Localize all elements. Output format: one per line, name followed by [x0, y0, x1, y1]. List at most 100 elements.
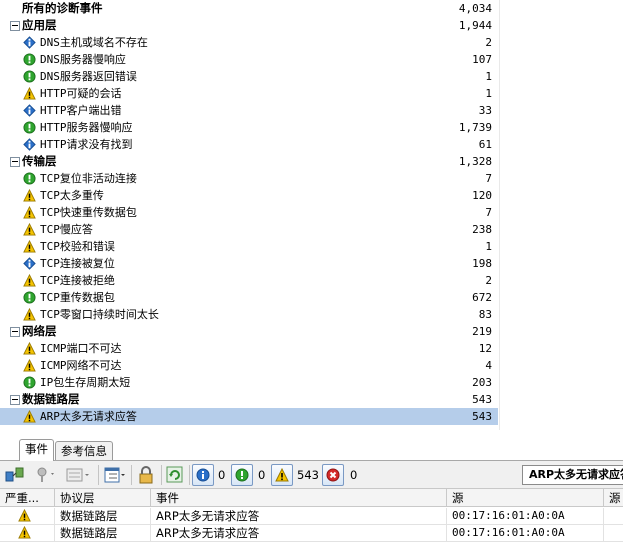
- tree-item[interactable]: ICMP网络不可达 4: [0, 357, 498, 374]
- network-map-icon[interactable]: [5, 466, 25, 484]
- tree-item[interactable]: TCP零窗口持续时间太长 83: [0, 306, 498, 323]
- column-header-severity[interactable]: 严重...: [0, 489, 55, 507]
- tree-group[interactable]: 应用层 1,944: [0, 17, 498, 34]
- tree-item-count: 1: [485, 87, 492, 100]
- tree-item[interactable]: TCP校验和错误 1: [0, 238, 498, 255]
- info-filter-button[interactable]: [192, 464, 214, 486]
- warning-icon: [23, 206, 36, 219]
- table-row[interactable]: 数据链路层 ARP太多无请求应答 00:17:16:01:A0:0A: [0, 508, 623, 525]
- tree-item-label: HTTP服务器慢响应: [40, 121, 133, 134]
- tree-item[interactable]: DNS主机或域名不存在 2: [0, 34, 498, 51]
- warning-filter-button[interactable]: [271, 464, 293, 486]
- error-icon: [326, 468, 340, 482]
- tree-item-label: DNS服务器慢响应: [40, 53, 126, 66]
- view-dropdown-icon[interactable]: [66, 466, 92, 484]
- table-row[interactable]: 数据链路层 ARP太多无请求应答 00:17:16:01:A0:0A: [0, 525, 623, 542]
- refresh-icon[interactable]: [166, 466, 184, 484]
- tree-item[interactable]: HTTP服务器慢响应 1,739: [0, 119, 498, 136]
- tree-item[interactable]: HTTP可疑的会话 1: [0, 85, 498, 102]
- tree-item-label: TCP重传数据包: [40, 291, 115, 304]
- column-header-source-2[interactable]: 源: [604, 489, 623, 507]
- tree-item-count: 120: [472, 189, 492, 202]
- collapse-toggle-icon[interactable]: [10, 157, 20, 167]
- tree-group[interactable]: 网络层 219: [0, 323, 498, 340]
- tree-root[interactable]: 所有的诊断事件 4,034: [0, 0, 498, 17]
- collapse-toggle-icon[interactable]: [10, 21, 20, 31]
- tree-item[interactable]: DNS服务器慢响应 107: [0, 51, 498, 68]
- tree-item-label: ARP太多无请求应答: [40, 410, 137, 423]
- tree-item-label: TCP零窗口持续时间太长: [40, 308, 159, 321]
- warning-icon: [23, 359, 36, 372]
- tree-item[interactable]: DNS服务器返回错误 1: [0, 68, 498, 85]
- tree-item[interactable]: IP包生存周期太短 203: [0, 374, 498, 391]
- toolbar-separator: [161, 465, 162, 485]
- tree-item[interactable]: HTTP请求没有找到 61: [0, 136, 498, 153]
- tree-item[interactable]: TCP重传数据包 672: [0, 289, 498, 306]
- lock-settings-icon[interactable]: [137, 466, 157, 484]
- column-header-source[interactable]: 源: [447, 489, 604, 507]
- warning-icon: [23, 308, 36, 321]
- tree-item[interactable]: TCP慢应答 238: [0, 221, 498, 238]
- collapse-toggle-icon[interactable]: [10, 327, 20, 337]
- tree-group[interactable]: 数据链路层 543: [0, 391, 498, 408]
- tab-reference-info[interactable]: 参考信息: [55, 441, 113, 460]
- event-table: 严重... 协议层 事件 源 源 数据链路层 ARP太多无请求应答 00:17:16…: [0, 489, 623, 544]
- tree-item-count: 7: [485, 172, 492, 185]
- column-header-layer[interactable]: 协议层: [55, 489, 151, 507]
- tree-item-count: 2: [485, 274, 492, 287]
- tree-group-count: 1,944: [458, 19, 492, 32]
- tree-group-label: 应用层: [22, 18, 57, 32]
- tree-group[interactable]: 传输层 1,328: [0, 153, 498, 170]
- tree-item[interactable]: TCP复位非活动连接 7: [0, 170, 498, 187]
- tree-item[interactable]: TCP快速重传数据包 7: [0, 204, 498, 221]
- warning-count: 543: [297, 468, 319, 482]
- error-count: 0: [350, 468, 358, 482]
- tree-item-label: TCP复位非活动连接: [40, 172, 137, 185]
- tree-group-label: 数据链路层: [22, 392, 80, 406]
- diagnosis-tree[interactable]: 所有的诊断事件 4,034 应用层 1,944 DNS主机或域名不存在 2 DNS服务器慢响…: [0, 0, 500, 430]
- tree-item-count: 7: [485, 206, 492, 219]
- tree-item[interactable]: HTTP客户端出错 33: [0, 102, 498, 119]
- error-filter-button[interactable]: [322, 464, 344, 486]
- tree-item[interactable]: TCP连接被拒绝 2: [0, 272, 498, 289]
- warning-icon: [18, 526, 31, 539]
- severity-cell: [0, 525, 55, 541]
- tree-item-count: 2: [485, 36, 492, 49]
- severity-cell: [0, 508, 55, 524]
- ok-filter-button[interactable]: [231, 464, 253, 486]
- tree-item-label: TCP校验和错误: [40, 240, 115, 253]
- tree-divider: [499, 0, 500, 430]
- tree-item[interactable]: ARP太多无请求应答 543: [0, 408, 498, 425]
- tree-item-count: 61: [478, 138, 492, 151]
- toolbar-separator: [98, 465, 99, 485]
- source-cell: 00:17:16:01:A0:0A: [447, 525, 604, 541]
- collapse-toggle-icon[interactable]: [10, 395, 20, 405]
- info-icon: [196, 468, 210, 482]
- tab-events[interactable]: 事件: [19, 439, 54, 461]
- ok-icon: [23, 70, 36, 83]
- tree-item[interactable]: TCP连接被复位 198: [0, 255, 498, 272]
- tree-group-label: 传输层: [22, 154, 57, 168]
- info-icon: [23, 257, 36, 270]
- tree-item[interactable]: ICMP端口不可达 12: [0, 340, 498, 357]
- ok-icon: [23, 376, 36, 389]
- info-icon: [23, 138, 36, 151]
- event-cell: ARP太多无请求应答: [151, 525, 447, 541]
- tree-item-count: 83: [478, 308, 492, 321]
- selected-event-field[interactable]: ARP太多无请求应答: [522, 465, 623, 485]
- tree-item-count: 238: [472, 223, 492, 236]
- tree-item[interactable]: TCP太多重传 120: [0, 187, 498, 204]
- tree-group-label: 网络层: [22, 324, 57, 338]
- warning-icon: [275, 468, 289, 482]
- tree-item-count: 107: [472, 53, 492, 66]
- tree-item-label: HTTP请求没有找到: [40, 138, 133, 151]
- column-header-event[interactable]: 事件: [151, 489, 447, 507]
- warning-icon: [23, 223, 36, 236]
- detail-tabs: 事件 参考信息: [0, 436, 623, 461]
- event-toolbar: 0 0 543 0 ARP太多无请求应答: [0, 461, 623, 489]
- ok-count: 0: [258, 468, 266, 482]
- ok-icon: [235, 468, 249, 482]
- filter-dropdown-icon[interactable]: [34, 466, 58, 484]
- tree-item-label: ICMP网络不可达: [40, 359, 122, 372]
- columns-dropdown-icon[interactable]: [104, 466, 128, 484]
